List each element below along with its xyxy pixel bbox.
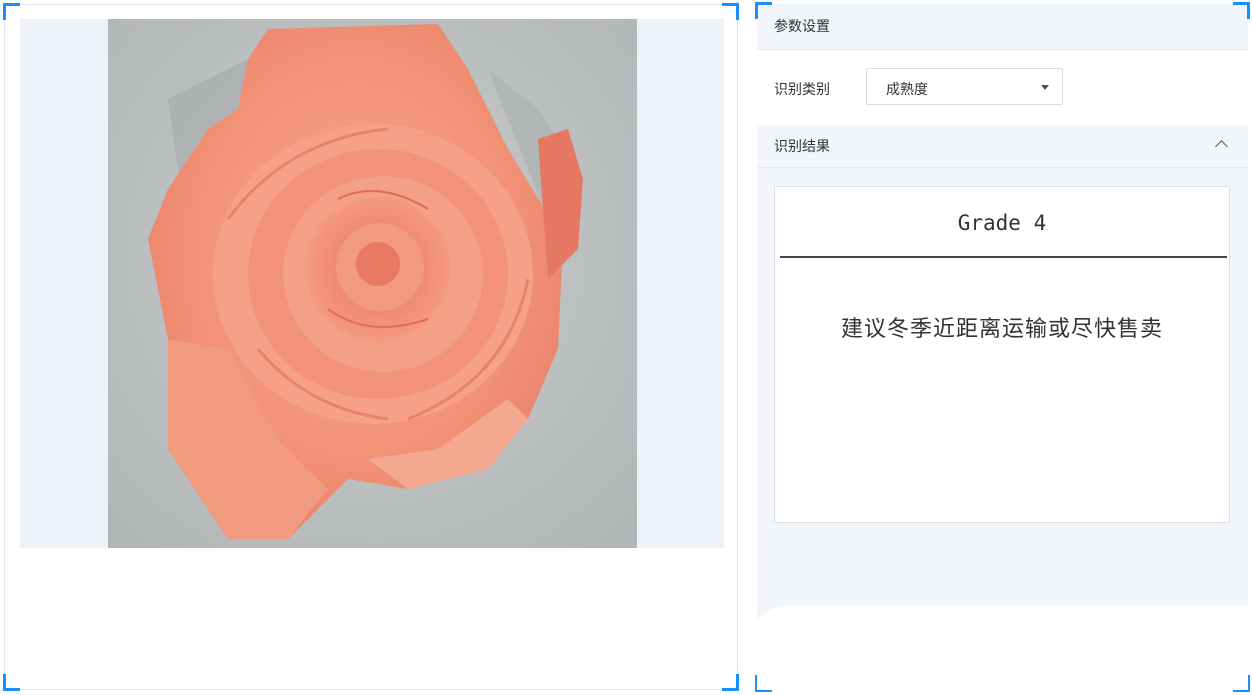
settings-panel: 参数设置 识别类别 成熟度 识别结果 Grade 4 建议冬季近距离运输或尽快售… [755,2,1250,692]
result-card: Grade 4 建议冬季近距离运输或尽快售卖 [774,186,1230,523]
recognition-type-label: 识别类别 [774,81,830,97]
rose-photo [108,19,637,548]
param-settings-title: 参数设置 [757,4,1248,50]
recognition-type-row: 识别类别 成熟度 [757,50,1248,125]
result-section-header[interactable]: 识别结果 [757,125,1248,168]
divider [780,256,1227,258]
image-viewer [3,3,739,691]
corner-marker [722,3,739,20]
corner-marker [722,674,739,691]
corner-marker [3,3,20,20]
result-header-label: 识别结果 [774,138,830,154]
panel-footer [757,605,1248,690]
grade-text: Grade 4 [957,211,1047,235]
chevron-up-icon[interactable] [1215,140,1228,153]
caret-down-icon [1041,85,1049,90]
rose-image [108,19,637,548]
recognition-type-select[interactable]: 成熟度 [866,68,1063,105]
advice-text: 建议冬季近距离运输或尽快售卖 [840,316,1163,341]
recognition-type-value: 成熟度 [886,81,928,97]
corner-marker [3,674,20,691]
image-stage [20,19,724,548]
